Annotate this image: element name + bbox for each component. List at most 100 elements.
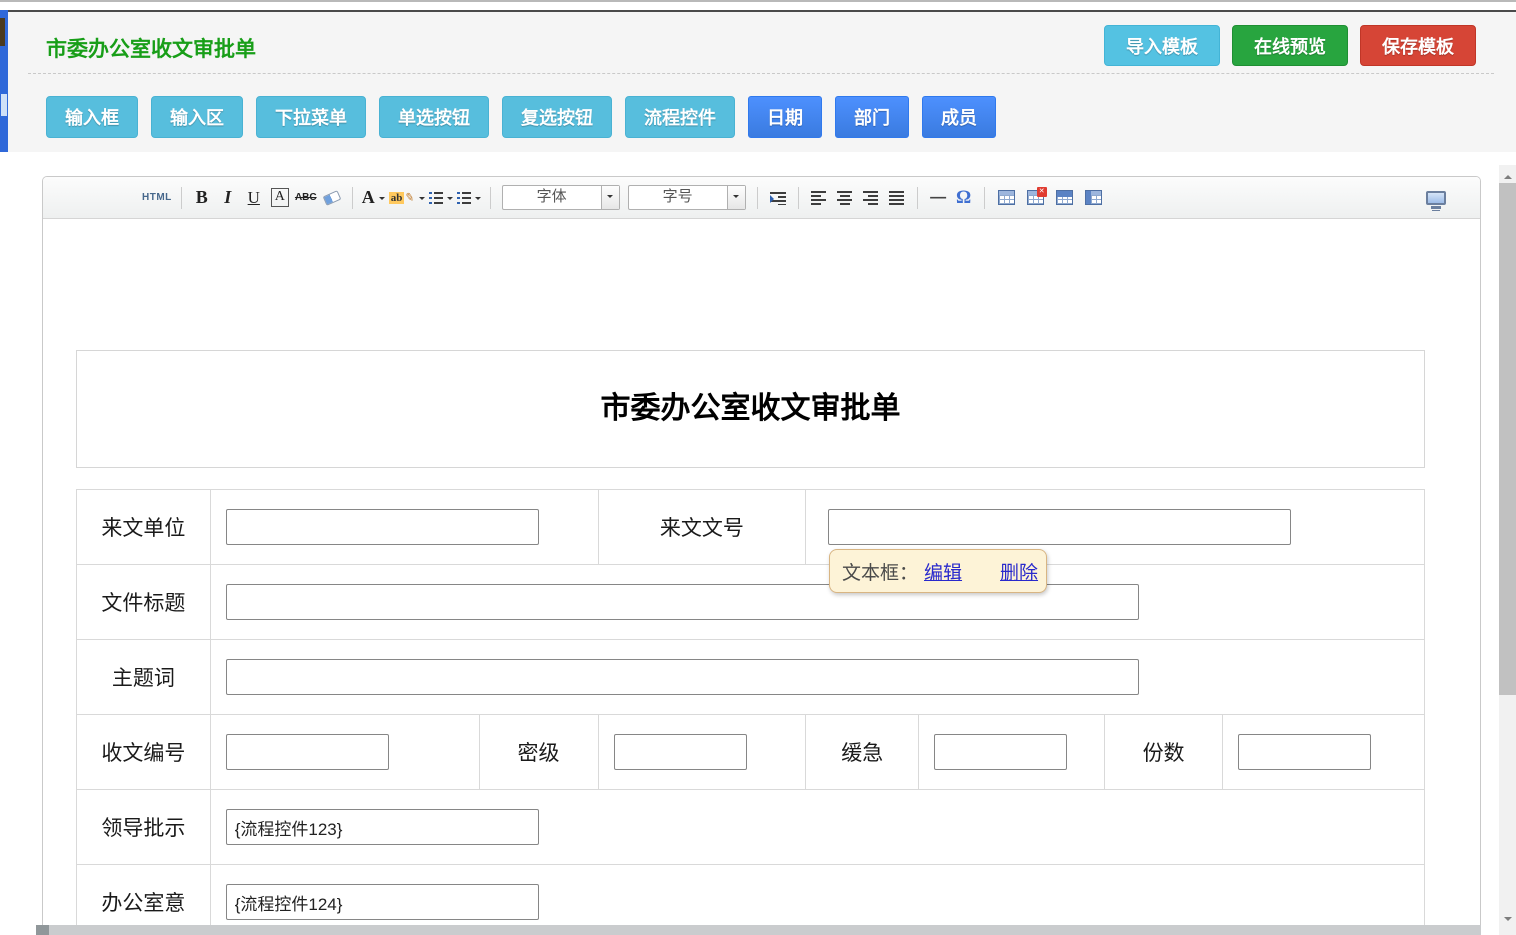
palette-flow-control-button[interactable]: 流程控件	[625, 96, 735, 138]
office-opinion-input[interactable]	[226, 884, 539, 920]
special-character-button[interactable]: Ω	[953, 186, 975, 210]
source-unit-input[interactable]	[226, 509, 539, 545]
save-template-button[interactable]: 保存模板	[1360, 25, 1476, 66]
html-source-button[interactable]: HTML	[142, 186, 172, 210]
ordered-list-icon	[429, 191, 443, 204]
form-title: 市委办公室收文审批单	[76, 350, 1425, 468]
justify-button[interactable]	[886, 186, 908, 210]
tooltip-label: 文本框：	[842, 558, 918, 585]
select-dropdown-button[interactable]	[727, 186, 745, 209]
table-row: 办公室意	[77, 865, 1425, 935]
secrecy-level-input[interactable]	[614, 734, 747, 770]
field-label-source-unit: 来文单位	[77, 490, 211, 565]
palette-member-button[interactable]: 成员	[922, 96, 996, 138]
table-row: 来文单位 来文文号	[77, 490, 1425, 565]
rich-text-editor: HTML B I U A ABC A ab✎ 字体 字号 — Ω	[42, 176, 1481, 935]
textbox-context-tooltip: 文本框： 编辑 删除	[829, 549, 1047, 593]
copies-input[interactable]	[1238, 734, 1371, 770]
delete-link[interactable]: 删除	[1000, 558, 1038, 585]
quick-format-button[interactable]: A	[271, 188, 289, 207]
page-title: 市委办公室收文审批单	[46, 33, 256, 63]
urgency-input[interactable]	[934, 734, 1067, 770]
font-color-button[interactable]: A	[362, 186, 385, 210]
palette-dropdown-button[interactable]: 下拉菜单	[256, 96, 366, 138]
background-fragment	[0, 18, 5, 46]
receipt-number-input[interactable]	[226, 734, 389, 770]
horizontal-rule-button[interactable]: —	[927, 186, 949, 210]
delete-table-button[interactable]	[1023, 186, 1048, 210]
unordered-list-button[interactable]	[457, 186, 481, 210]
chevron-down-icon	[379, 197, 385, 203]
horizontal-scrollbar-thumb[interactable]	[36, 925, 49, 935]
edit-link[interactable]: 编辑	[924, 558, 962, 585]
scroll-down-arrow-icon[interactable]	[1504, 917, 1512, 925]
palette-checkbox-button[interactable]: 复选按钮	[502, 96, 612, 138]
bold-button[interactable]: B	[191, 186, 213, 210]
indent-button[interactable]	[767, 186, 789, 210]
font-family-select[interactable]: 字体	[502, 185, 620, 210]
toolbar-separator	[798, 187, 799, 209]
scroll-up-arrow-icon[interactable]	[1504, 171, 1512, 179]
font-size-select[interactable]: 字号	[628, 185, 746, 210]
field-label-secrecy-level: 密级	[479, 715, 598, 790]
palette-input-area-button[interactable]: 输入区	[151, 96, 243, 138]
italic-button[interactable]: I	[217, 186, 239, 210]
toolbar-separator	[984, 187, 985, 209]
chevron-down-icon	[419, 197, 425, 203]
template-actions: 导入模板 在线预览 保存模板	[1104, 25, 1476, 66]
field-label-leader-comments: 领导批示	[77, 790, 211, 865]
insert-table-button[interactable]	[994, 186, 1019, 210]
align-center-button[interactable]	[834, 186, 856, 210]
toolbar-separator	[757, 187, 758, 209]
align-right-button[interactable]	[860, 186, 882, 210]
toolbar-separator	[352, 187, 353, 209]
palette-department-button[interactable]: 部门	[835, 96, 909, 138]
doc-number-input[interactable]	[828, 509, 1291, 545]
table-delete-icon	[1027, 190, 1044, 205]
field-label-copies: 份数	[1105, 715, 1223, 790]
table-row: 收文编号 密级 缓急 份数	[77, 715, 1425, 790]
vertical-scrollbar-thumb[interactable]	[1499, 183, 1516, 695]
palette-input-box-button[interactable]: 输入框	[46, 96, 138, 138]
background-window-strip	[0, 10, 8, 152]
form-table: 来文单位 来文文号 文件标题 主题词 收文编号 密级 缓急 份数	[76, 489, 1425, 934]
underline-button[interactable]: U	[243, 186, 265, 210]
palette-date-button[interactable]: 日期	[748, 96, 822, 138]
table-row: 领导批示	[77, 790, 1425, 865]
remove-format-button[interactable]	[321, 186, 343, 210]
field-label-office-opinion: 办公室意	[77, 865, 211, 935]
editor-canvas[interactable]: 市委办公室收文审批单 来文单位 来文文号 文件标题 主题词 收文编号	[43, 219, 1480, 934]
unordered-list-icon	[457, 191, 471, 204]
fullscreen-preview-button[interactable]	[1426, 191, 1446, 205]
chevron-down-icon	[447, 197, 453, 203]
palette-radio-button[interactable]: 单选按钮	[379, 96, 489, 138]
toolbar-separator	[917, 187, 918, 209]
import-template-button[interactable]: 导入模板	[1104, 25, 1220, 66]
leader-comments-input[interactable]	[226, 809, 539, 845]
header-panel: 市委办公室收文审批单 导入模板 在线预览 保存模板 输入框 输入区 下拉菜单 单…	[8, 10, 1516, 152]
chevron-down-icon	[607, 195, 613, 201]
table-cell-icon	[1056, 190, 1073, 205]
background-fragment	[1, 94, 7, 116]
subject-words-input[interactable]	[226, 659, 1139, 695]
align-left-button[interactable]	[808, 186, 830, 210]
table-cell-properties-button[interactable]	[1052, 186, 1077, 210]
ordered-list-button[interactable]	[429, 186, 453, 210]
chevron-down-icon	[733, 195, 739, 201]
field-label-receipt-number: 收文编号	[77, 715, 211, 790]
table-row-column-button[interactable]	[1081, 186, 1106, 210]
table-icon	[998, 190, 1015, 205]
align-right-icon	[863, 191, 878, 205]
online-preview-button[interactable]: 在线预览	[1232, 25, 1348, 66]
strikethrough-button[interactable]: ABC	[295, 186, 317, 210]
indent-icon	[770, 191, 786, 205]
align-center-icon	[837, 191, 852, 205]
pencil-icon: ✎	[404, 190, 415, 204]
horizontal-scrollbar[interactable]	[36, 925, 1481, 935]
table-column-icon	[1085, 190, 1102, 205]
editor-toolbar: HTML B I U A ABC A ab✎ 字体 字号 — Ω	[43, 177, 1480, 219]
highlight-color-button[interactable]: ab✎	[389, 186, 425, 210]
toolbar-separator	[181, 187, 182, 209]
select-dropdown-button[interactable]	[601, 186, 619, 209]
vertical-scrollbar[interactable]	[1499, 165, 1516, 935]
